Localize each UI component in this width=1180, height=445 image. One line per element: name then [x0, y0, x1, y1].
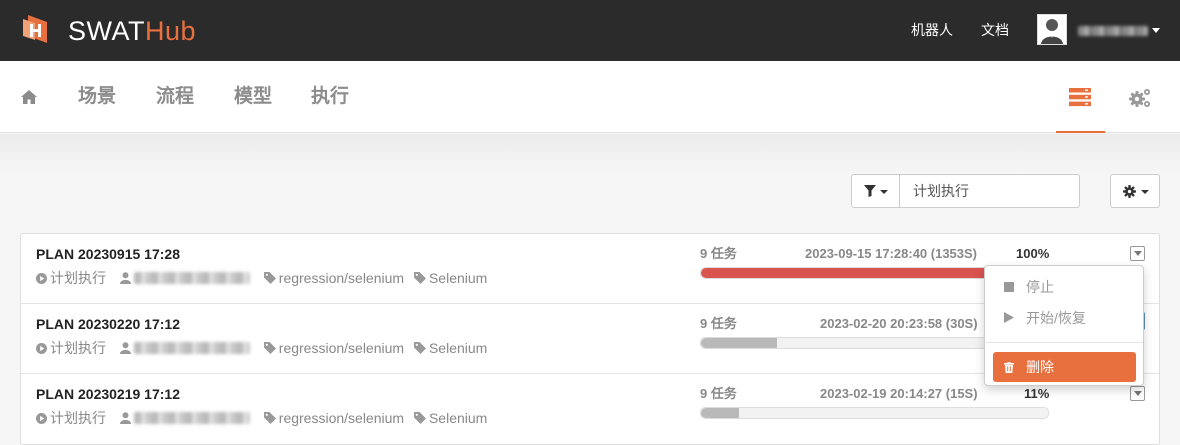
delete-label: 删除 [1026, 359, 1054, 375]
plan-type: 计划执行 [50, 410, 106, 427]
stop-icon [1004, 282, 1014, 292]
robots-link[interactable]: 机器人 [911, 21, 953, 39]
main-nav: 场景 流程 模型 执行 [0, 61, 1180, 133]
filter-icon [864, 185, 876, 197]
plan-tag: regression/selenium [278, 270, 405, 287]
docs-link[interactable]: 文档 [981, 21, 1009, 39]
nav-models[interactable]: 模型 [234, 86, 272, 108]
run-time: 2023-02-20 20:23:58 (30S) [820, 316, 978, 331]
caret-down-icon [1141, 190, 1149, 194]
plan-owner [133, 272, 250, 285]
plan-tag: regression/selenium [278, 340, 405, 357]
trash-icon [1004, 362, 1014, 373]
stop-menu-item[interactable]: 停止 [985, 276, 1143, 298]
tag-icon [263, 412, 276, 425]
plan-title[interactable]: PLAN 20230219 17:12 [36, 386, 180, 402]
gears-icon[interactable] [1128, 87, 1152, 109]
avatar-icon[interactable] [1037, 14, 1067, 45]
play-circle-icon [36, 342, 47, 354]
top-bar: SWATHub 机器人 文档 [0, 0, 1180, 61]
task-count: 9 任务 [700, 316, 737, 331]
user-icon [119, 272, 131, 285]
logo-icon[interactable] [20, 14, 50, 44]
play-circle-icon [36, 272, 47, 284]
plan-title[interactable]: PLAN 20230915 17:28 [36, 246, 180, 262]
gear-icon [1123, 185, 1136, 198]
plan-tag: Selenium [428, 270, 488, 287]
plan-tag: regression/selenium [278, 410, 405, 427]
caret-down-icon[interactable] [1152, 28, 1160, 33]
app-title[interactable]: SWATHub [68, 16, 196, 46]
progress-percent: 100% [1016, 246, 1050, 261]
row-action-menu: 停止 开始/恢复 删除 [984, 265, 1144, 386]
stop-label: 停止 [1026, 279, 1054, 295]
progress-fill [701, 338, 778, 348]
tag-icon [263, 342, 276, 355]
caret-down-icon [880, 190, 888, 194]
progress-bar [700, 407, 1049, 419]
username[interactable] [1078, 26, 1148, 36]
user-icon [119, 342, 131, 355]
tag-icon [413, 272, 426, 285]
list-view-button[interactable] [1056, 61, 1105, 133]
progress-fill [701, 408, 740, 418]
plan-type: 计划执行 [50, 340, 106, 357]
plan-meta: 计划执行 regression/selenium Selenium [36, 269, 488, 287]
progress-percent: 11% [1024, 386, 1050, 401]
run-time: 2023-09-15 17:28:40 (1353S) [805, 246, 978, 261]
plan-owner [133, 342, 250, 355]
task-count: 9 任务 [700, 386, 737, 401]
task-count: 9 任务 [700, 246, 737, 261]
menu-divider [986, 342, 1143, 343]
list-view-icon [1069, 88, 1091, 107]
run-time: 2023-02-19 20:14:27 (15S) [820, 386, 978, 401]
plan-type: 计划执行 [50, 270, 106, 287]
tag-icon [413, 342, 426, 355]
play-icon [1004, 312, 1014, 323]
home-icon[interactable] [20, 89, 38, 105]
plan-tag: Selenium [428, 410, 488, 427]
plan-owner [133, 412, 250, 425]
plan-title[interactable]: PLAN 20230220 17:12 [36, 316, 180, 332]
delete-menu-item[interactable]: 删除 [993, 352, 1136, 382]
tag-icon [263, 272, 276, 285]
tag-icon [413, 412, 426, 425]
row-menu-toggle[interactable] [1130, 386, 1145, 401]
user-icon [119, 412, 131, 425]
plan-meta: 计划执行 regression/selenium Selenium [36, 339, 488, 357]
filter-input[interactable] [901, 175, 1079, 207]
nav-scenes[interactable]: 场景 [78, 86, 116, 108]
plan-meta: 计划执行 regression/selenium Selenium [36, 409, 488, 427]
nav-flows[interactable]: 流程 [156, 86, 194, 108]
play-circle-icon [36, 412, 47, 424]
row-menu-toggle[interactable] [1130, 246, 1145, 261]
plan-tag: Selenium [428, 340, 488, 357]
start-resume-label: 开始/恢复 [1026, 310, 1086, 326]
start-resume-menu-item[interactable]: 开始/恢复 [985, 307, 1143, 329]
nav-executions[interactable]: 执行 [311, 86, 349, 108]
filter-group [851, 174, 1080, 208]
filter-button[interactable] [852, 175, 900, 207]
settings-button[interactable] [1110, 174, 1160, 208]
